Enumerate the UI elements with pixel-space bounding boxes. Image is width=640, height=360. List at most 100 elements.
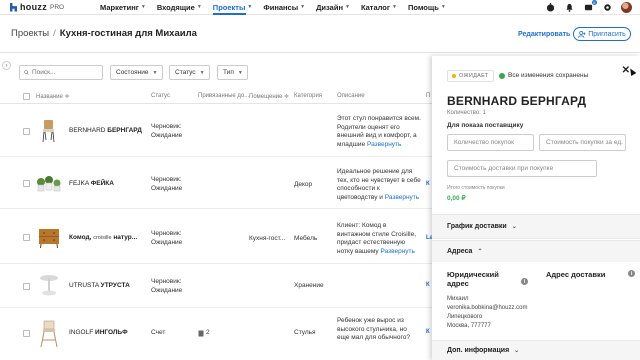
column-header-status[interactable]: Статус <box>151 93 170 99</box>
column-header-room[interactable]: Помещение ≑ <box>249 93 289 100</box>
item-description: Ребенок уже вырос из высокого стульчика,… <box>337 317 425 343</box>
item-name[interactable]: UTRUSTA УТРУСТА <box>69 282 130 291</box>
delivery-schedule-section[interactable]: График доставки ⌄ <box>432 214 640 239</box>
shipping-cost-field[interactable]: Стоимость доставки при покупке <box>447 160 597 177</box>
unit-cost-field[interactable]: Стоимость покупки за ед. <box>539 134 626 151</box>
column-header-linked[interactable]: Привязанные до... <box>198 93 249 99</box>
nav-item-catalog[interactable]: Каталог ▼ <box>361 0 397 15</box>
type-filter-label: Тип <box>223 69 234 76</box>
item-name[interactable]: INGOLF ИНГОЛЬФ <box>69 329 128 338</box>
item-description: Клиент: Комод в винтажном стиле Croisill… <box>337 222 425 256</box>
chevron-down-icon: ⌄ <box>511 224 517 230</box>
info-icon[interactable]: i <box>521 278 528 285</box>
table-row[interactable]: INGOLF ИНГОЛЬФ Счет 2 Стулья Ребенок уже… <box>0 309 432 360</box>
column-header-description[interactable]: Описание <box>337 93 365 99</box>
extra-info-section[interactable]: Доп. информация ⌄ <box>432 340 640 360</box>
sort-icon: ≑ <box>64 94 70 100</box>
item-name-pre: Комод, <box>69 234 92 241</box>
item-name-pre: FEJKA <box>69 180 89 187</box>
item-name-bold: ИНГОЛЬФ <box>95 329 128 336</box>
plant-thumbnail <box>37 176 61 192</box>
description-line: нотку вашему <box>337 247 379 255</box>
item-category: Стулья <box>294 329 316 336</box>
expand-sidebar-button[interactable]: › <box>2 61 11 70</box>
item-name[interactable]: BERNHARD БЕРНГАРД <box>69 127 142 136</box>
chevron-down-icon: ▼ <box>199 69 205 76</box>
addresses-label: Адреса <box>447 248 473 255</box>
houzz-logo[interactable]: houzz PRO <box>10 2 80 12</box>
purchase-quantity-field[interactable]: Количество покупок <box>447 134 534 151</box>
search-input[interactable] <box>32 69 102 76</box>
expand-link[interactable]: Развернуть <box>385 194 419 201</box>
messages-icon[interactable]: 8 <box>583 0 597 13</box>
description-line: придаст естественную <box>337 239 406 246</box>
row-checkbox[interactable] <box>23 234 30 241</box>
row-checkbox[interactable] <box>23 283 30 290</box>
chevron-up-icon: ⌃ <box>477 249 483 255</box>
status-line: Ожидание <box>151 286 183 294</box>
description-line: винтажном стиле Croisille, <box>337 230 417 238</box>
item-extra: К <box>426 282 430 288</box>
nav-label: Маркетинг <box>100 2 139 12</box>
nav-item-finance[interactable]: Финансы ▼ <box>263 0 305 15</box>
select-all-checkbox[interactable] <box>23 93 30 100</box>
bell-icon[interactable] <box>564 2 575 13</box>
row-checkbox[interactable] <box>23 330 30 337</box>
nav-item-help[interactable]: Помощь ▼ <box>408 0 446 15</box>
add-user-icon <box>578 30 586 38</box>
search-box[interactable] <box>19 65 103 80</box>
gear-icon[interactable] <box>602 2 613 13</box>
item-name-pre: INGOLF <box>69 329 94 336</box>
row-checkbox[interactable] <box>23 180 30 187</box>
table-row[interactable]: Комод, croisille натур... Черновик: Ожида… <box>0 210 433 264</box>
dresser-thumbnail <box>39 229 59 249</box>
expand-link[interactable]: Развернуть <box>380 248 414 255</box>
condition-filter[interactable]: Состояние ▼ <box>110 65 163 80</box>
avatar[interactable] <box>621 2 632 13</box>
column-label: Помещение <box>249 94 283 100</box>
column-header-category[interactable]: Категория <box>294 93 322 99</box>
status-line: Черновик: <box>151 230 182 237</box>
table-row[interactable]: BERNHARD БЕРНГАРД Черновик: Ожидание Этот… <box>0 105 432 157</box>
edit-project-link[interactable]: Редактировать <box>518 31 570 38</box>
total-cost-label: Итого стоимость покупки <box>447 185 505 191</box>
chevron-down-icon: ▼ <box>140 4 146 10</box>
linked-docs[interactable]: 2 <box>198 329 210 338</box>
timer-icon[interactable] <box>545 2 556 13</box>
status-badge-label: ОЖИДАЕТ <box>459 73 489 79</box>
nav-label: Входящие <box>156 2 195 12</box>
check-icon <box>499 72 505 79</box>
nav-item-design[interactable]: Дизайн ▼ <box>316 0 350 15</box>
table-row[interactable]: UTRUSTA УТРУСТА Черновик: Ожидание Хранен… <box>0 265 432 308</box>
sort-icon: ≑ <box>284 94 290 100</box>
item-status: Черновик: Ожидание <box>151 278 182 295</box>
item-name[interactable]: FEJKA ФЕЙКА <box>69 180 114 189</box>
status-filter[interactable]: Статус ▼ <box>169 65 210 80</box>
item-name-bold: натур... <box>113 234 138 241</box>
item-name-bold: ФЕЙКА <box>90 180 114 187</box>
nav-item-inbox[interactable]: Входящие ▼ <box>157 0 202 15</box>
nav-item-marketing[interactable]: Маркетинг ▼ <box>100 0 146 15</box>
description-line: Этот стул понравится всем. <box>337 115 421 122</box>
legal-address-heading: Юридический адрес <box>447 270 499 288</box>
table-row[interactable]: FEJKA ФЕЙКА Черновик: Ожидание Декор Идеа… <box>0 158 432 209</box>
expand-link[interactable]: Развернуть <box>367 141 401 148</box>
status-line: Ожидание <box>151 131 183 139</box>
item-name[interactable]: Комод, croisille натур... <box>69 234 137 243</box>
item-description: Идеальное решение для тех, кто не чувств… <box>337 168 425 202</box>
column-header-name[interactable]: Название ≑ <box>36 93 70 100</box>
panel-title-bold: БЕРНГАРД <box>520 94 587 108</box>
column-header-last[interactable]: П <box>426 93 430 99</box>
header-divider <box>0 52 640 53</box>
info-icon[interactable]: i <box>628 270 635 277</box>
description-line: Клиент: Комод в <box>337 222 387 229</box>
nav-item-projects[interactable]: Проекты ▼ <box>212 0 252 15</box>
type-filter[interactable]: Тип ▼ <box>217 65 248 80</box>
row-checkbox[interactable] <box>23 128 30 135</box>
condition-filter-label: Состояние <box>116 69 149 76</box>
breadcrumb-projects-link[interactable]: Проекты <box>11 28 49 39</box>
top-navigation: houzz PRO Маркетинг ▼ Входящие ▼ Проекты ▼ … <box>0 0 640 15</box>
addresses-section[interactable]: Адреса ⌃ <box>432 240 640 262</box>
invite-button[interactable]: Пригласить <box>573 27 631 41</box>
document-icon <box>198 330 204 337</box>
